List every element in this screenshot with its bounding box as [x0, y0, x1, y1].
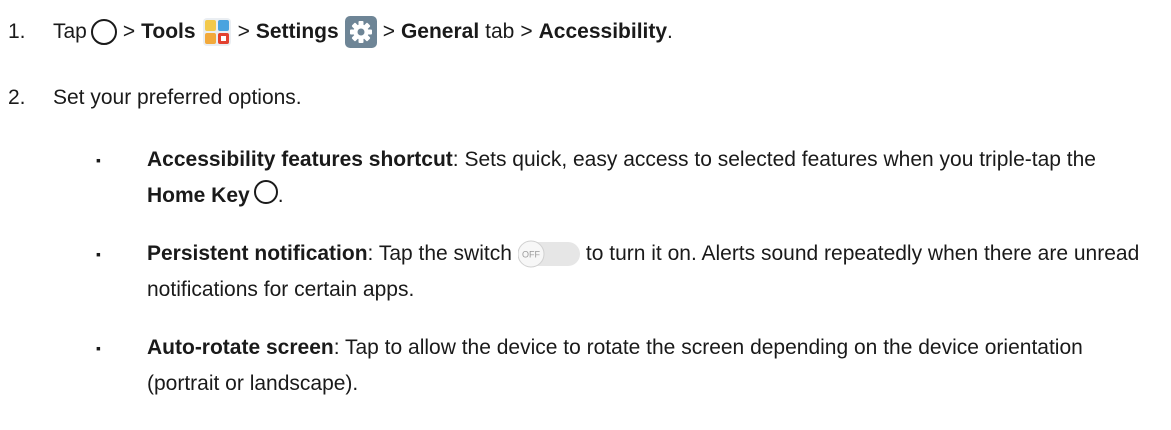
step-number: 2. — [8, 86, 26, 109]
toggle-off-label: OFF — [522, 250, 540, 260]
bullet-period: . — [277, 184, 284, 207]
bullet-title: Auto-rotate screen — [147, 336, 334, 359]
step-number: 1. — [8, 20, 26, 43]
bullet-body: : Sets quick, easy access to selected fe… — [452, 148, 1096, 171]
bullet-marker: ▪ — [96, 246, 101, 262]
tab-word: tab — [485, 20, 515, 43]
separator: > — [237, 20, 250, 43]
period: . — [667, 20, 673, 43]
separator: > — [122, 20, 136, 43]
step-2: 2. Set your preferred options. — [8, 86, 302, 110]
general-label: General — [400, 20, 480, 43]
step-2-text: Set your preferred options. — [53, 86, 302, 109]
accessibility-label: Accessibility — [538, 20, 668, 43]
separator: > — [382, 20, 395, 43]
settings-gear-icon — [344, 16, 377, 48]
step-1: 1. Tap > Tools > Settings > General tab … — [8, 16, 673, 48]
tap-word: Tap — [53, 20, 87, 43]
toggle-switch-icon: OFF — [517, 240, 580, 268]
home-key-label: Home Key — [147, 184, 250, 207]
bullet-title: Accessibility features shortcut — [147, 148, 453, 171]
home-key-icon — [90, 19, 117, 45]
tools-label: Tools — [141, 20, 196, 43]
bullet-text: Persistent notification: Tap the switch … — [147, 236, 1156, 308]
settings-label: Settings — [255, 20, 339, 43]
tools-folder-icon — [202, 18, 231, 46]
bullet-item-persistent-notification: ▪ Persistent notification: Tap the switc… — [96, 236, 1156, 308]
bullet-text: Auto-rotate screen: Tap to allow the dev… — [147, 330, 1156, 402]
separator: > — [520, 20, 533, 43]
bullet-marker: ▪ — [96, 152, 101, 168]
home-key-icon — [253, 180, 278, 204]
bullet-title: Persistent notification — [147, 242, 368, 265]
bullet-item-accessibility-shortcut: ▪ Accessibility features shortcut: Sets … — [96, 142, 1156, 214]
bullet-text: Accessibility features shortcut: Sets qu… — [147, 142, 1156, 214]
bullet-marker: ▪ — [96, 340, 101, 356]
bullet-body: : Tap the switch — [367, 242, 512, 265]
bullet-item-auto-rotate: ▪ Auto-rotate screen: Tap to allow the d… — [96, 330, 1156, 402]
